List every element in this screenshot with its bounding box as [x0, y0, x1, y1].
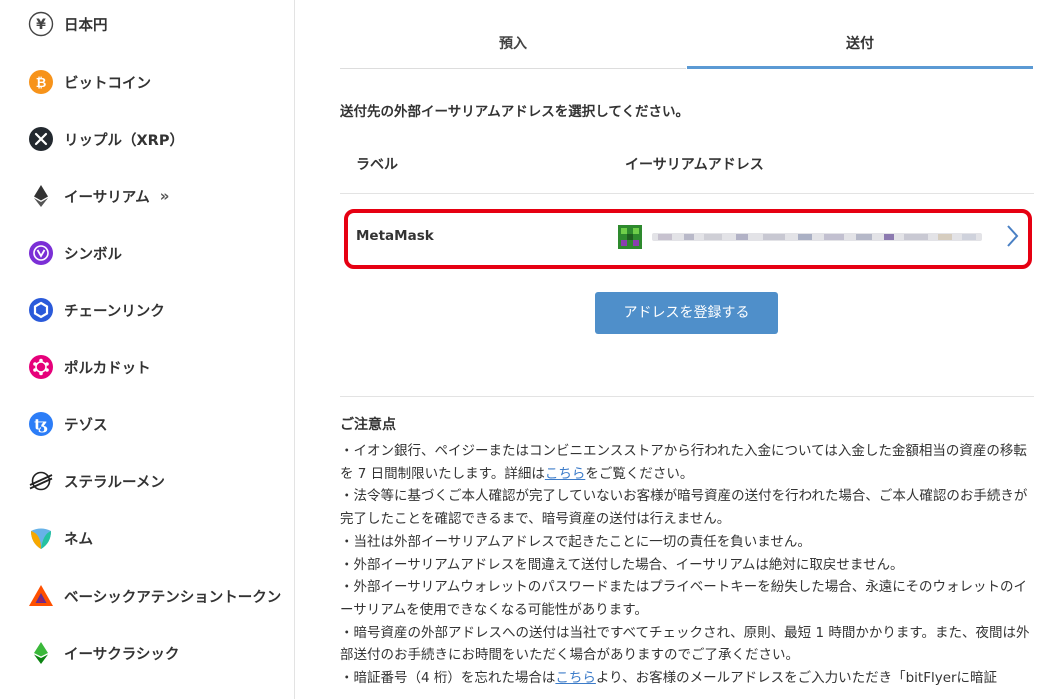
sidebar-item-tezos[interactable]: ꜩ テゾス — [28, 409, 108, 439]
sidebar-item-jpy[interactable]: ¥ 日本円 — [28, 9, 108, 39]
polkadot-icon — [28, 354, 54, 380]
table-divider — [340, 193, 1034, 194]
pin-reset-link[interactable]: こちら — [555, 670, 596, 686]
sidebar-item-label: リップル（XRP） — [64, 132, 184, 149]
note-item: ・当社は外部イーサリアムアドレスで起きたことに一切の責任を負いません。 — [340, 533, 811, 550]
address-row-metamask[interactable]: MetaMask — [344, 209, 1032, 269]
note-item: ・暗証番号（4 桁）を忘れた場合はこちらより、お客様のメールアドレスをご入力いた… — [340, 667, 1030, 690]
column-header-address: イーサリアムアドレス — [625, 157, 764, 173]
tezos-icon: ꜩ — [28, 411, 54, 437]
note-item: ・法令等に基づくご本人確認が完了していないお客様が暗号資産の送付を行われた場合、… — [340, 488, 1028, 528]
sidebar-item-label: ネム — [64, 531, 93, 548]
tab-send[interactable]: 送付 — [687, 22, 1033, 69]
note-item: ・外部イーサリアムウォレットのパスワードまたはプライベートキーを紛失した場合、永… — [340, 579, 1028, 618]
chevron-right-icon — [1004, 223, 1020, 253]
sidebar-item-nem[interactable]: ネム — [28, 523, 93, 553]
column-header-label: ラベル — [356, 157, 398, 173]
note-text: ・暗証番号（4 桁）を忘れた場合は — [340, 670, 556, 687]
chainlink-icon — [28, 297, 54, 323]
instruction-text: 送付先の外部イーサリアムアドレスを選択してください。 — [340, 104, 689, 120]
symbol-icon — [28, 240, 54, 266]
bat-icon — [28, 583, 54, 609]
sidebar-item-label: 日本円 — [64, 17, 108, 34]
yen-icon: ¥ — [28, 11, 54, 37]
address-label: MetaMask — [356, 228, 434, 244]
note-text: より、お客様のメールアドレスをご入力いただき「bitFlyerに暗証 — [595, 670, 998, 687]
sidebar-item-chainlink[interactable]: チェーンリンク — [28, 295, 165, 325]
sidebar-item-ethereum-classic[interactable]: イーサクラシック — [28, 638, 179, 668]
sidebar-item-label: ステラルーメン — [64, 474, 165, 491]
note-item: ・暗号資産の外部アドレスへの送付は当社ですべてチェックされ、原則、最短 1 時間… — [340, 624, 1030, 664]
sidebar: ¥ 日本円 ₿ ビットコイン リップル（XRP） イーサリアム » シンボル チ… — [0, 0, 295, 699]
register-address-button[interactable]: アドレスを登録する — [595, 292, 778, 334]
sidebar-item-symbol[interactable]: シンボル — [28, 238, 122, 268]
main-panel: 預入 送付 送付先の外部イーサリアムアドレスを選択してください。 ラベル イーサ… — [295, 0, 1048, 699]
address-identicon-and-blur — [618, 225, 982, 249]
sidebar-item-bat[interactable]: ベーシックアテンショントークン — [28, 581, 281, 611]
notes-list: ・イオン銀行、ペイジーまたはコンビニエンスストアから行われた入金については入金し… — [340, 440, 1030, 690]
ethereum-classic-icon — [28, 640, 54, 666]
sidebar-item-label: テゾス — [64, 417, 108, 434]
svg-text:ꜩ: ꜩ — [34, 416, 48, 434]
sidebar-item-label: ポルカドット — [64, 360, 151, 377]
sidebar-item-stellar[interactable]: ステラルーメン — [28, 466, 165, 496]
sidebar-item-bitcoin[interactable]: ₿ ビットコイン — [28, 67, 151, 97]
note-text: をご覧ください。 — [585, 465, 694, 482]
notes-title: ご注意点 — [340, 417, 396, 433]
address-value-obscured — [618, 225, 988, 249]
svg-text:₿: ₿ — [36, 76, 47, 91]
details-link[interactable]: こちら — [545, 466, 586, 482]
note-item: ・イオン銀行、ペイジーまたはコンビニエンスストアから行われた入金については入金し… — [340, 440, 1030, 485]
sidebar-item-xrp[interactable]: リップル（XRP） — [28, 124, 184, 154]
stellar-icon — [28, 468, 54, 494]
tab-deposit[interactable]: 預入 — [340, 22, 686, 69]
sidebar-item-label: ベーシックアテンショントークン — [64, 589, 282, 606]
sidebar-item-label: イーサクラシック — [64, 646, 180, 663]
double-chevron-icon: » — [159, 187, 170, 205]
section-divider — [340, 396, 1034, 397]
ethereum-icon — [28, 183, 54, 209]
bitcoin-icon: ₿ — [28, 69, 54, 95]
sidebar-item-label: シンボル — [64, 246, 122, 263]
sidebar-item-label: イーサリアム — [64, 189, 150, 206]
sidebar-item-label: チェーンリンク — [64, 303, 165, 320]
sidebar-item-label: ビットコイン — [64, 75, 151, 92]
note-item: ・外部イーサリアムアドレスを間違えて送付した場合、イーサリアムは絶対に取戻せませ… — [340, 556, 904, 573]
xrp-icon — [28, 126, 54, 152]
sidebar-item-polkadot[interactable]: ポルカドット — [28, 352, 151, 382]
nem-icon — [28, 525, 54, 551]
sidebar-item-ethereum[interactable]: イーサリアム » — [28, 181, 169, 211]
svg-text:¥: ¥ — [36, 17, 46, 33]
